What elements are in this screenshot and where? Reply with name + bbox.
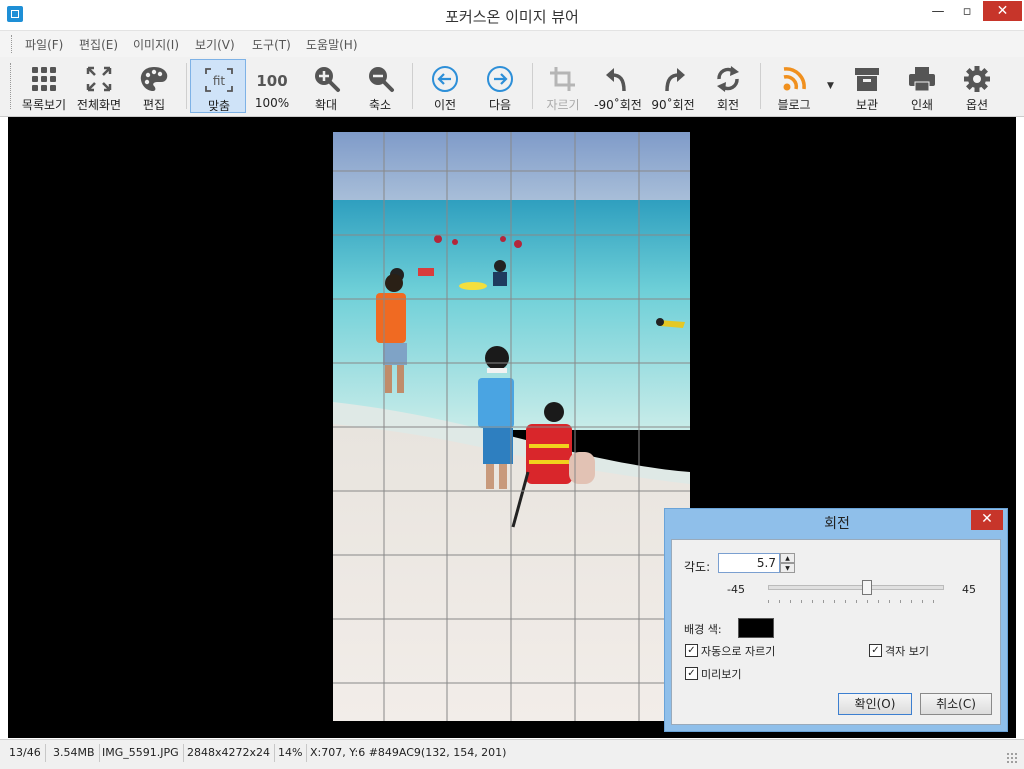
rotate-button[interactable]: 회전 (700, 59, 756, 113)
expand-icon (86, 66, 112, 92)
bg-color-swatch[interactable] (738, 618, 774, 638)
status-bar: 13/46 3.54MB IMG_5591.JPG 2848x4272x24 1… (0, 739, 1024, 769)
list-view-button[interactable]: 목록보기 (16, 59, 72, 113)
menu-view[interactable]: 보기(V) (195, 36, 235, 53)
options-label: 옵션 (965, 98, 989, 112)
resize-grip[interactable] (1006, 752, 1018, 764)
previous-button[interactable]: 이전 (417, 59, 473, 113)
maximize-button[interactable]: ▫ (953, 2, 981, 22)
rotate-dialog: 회전 ✕ 각도: 5.7 ▲ ▼ -45 45 배경 색: ✓ 자동으로 자르기… (664, 508, 1008, 732)
zoom-out-label: 축소 (368, 98, 392, 112)
status-pixel-info: X:707, Y:6 #849AC9(132, 154, 201) (310, 746, 507, 759)
options-button[interactable]: 옵션 (949, 59, 1005, 113)
printer-icon (909, 67, 935, 92)
preview-checkbox[interactable]: ✓ (685, 667, 698, 680)
menu-bar: 파일(F) 편집(E) 이미지(I) 보기(V) 도구(T) 도움말(H) (0, 31, 1024, 58)
print-button[interactable]: 인쇄 (894, 59, 950, 113)
angle-label: 각도: (684, 560, 711, 574)
angle-up-icon[interactable]: ▲ (780, 553, 795, 563)
angle-down-icon[interactable]: ▼ (780, 563, 795, 573)
rss-icon (783, 67, 806, 91)
grid-icon (32, 67, 56, 91)
toolbar: 목록보기 전체화면 편집 fit 맞춤 100 100% 확대 축소 이전 다음… (0, 57, 1024, 117)
menu-image[interactable]: 이미지(I) (133, 36, 179, 53)
blog-button[interactable]: 블로그 (766, 59, 822, 113)
angle-slider-track[interactable] (768, 585, 944, 590)
archive-icon (855, 68, 879, 91)
grid-overlay (333, 132, 690, 721)
angle-input[interactable]: 5.7 (718, 553, 780, 573)
archive-button[interactable]: 보관 (839, 59, 895, 113)
crop-icon (550, 67, 575, 91)
title-bar: 포커스온 이미지 뷰어 — ▫ ✕ (0, 0, 1024, 31)
show-grid-label: 격자 보기 (885, 645, 929, 658)
auto-crop-checkbox[interactable]: ✓ (685, 644, 698, 657)
angle-value: 5.7 (756, 556, 776, 570)
crop-button[interactable]: 자르기 (535, 59, 591, 113)
dialog-close-button[interactable]: ✕ (971, 510, 1003, 530)
menu-edit[interactable]: 편집(E) (79, 36, 118, 53)
close-button[interactable]: ✕ (983, 1, 1022, 21)
fit-icon-text: fit (213, 74, 226, 88)
edit-button[interactable]: 편집 (126, 59, 182, 113)
actual-size-icon: 100 (256, 72, 287, 90)
status-filename: IMG_5591.JPG (98, 744, 184, 762)
ok-button[interactable]: 확인(O) (838, 693, 912, 715)
arrow-left-icon (432, 66, 458, 92)
window-title: 포커스온 이미지 뷰어 (445, 8, 579, 26)
menu-tools[interactable]: 도구(T) (252, 36, 291, 53)
fit-icon: fit (205, 68, 233, 92)
arrow-right-icon (487, 66, 513, 92)
cancel-button[interactable]: 취소(C) (920, 693, 992, 715)
rotate-right-button[interactable]: 90˚회전 (645, 59, 701, 113)
blog-dropdown-icon[interactable]: ▼ (827, 81, 837, 91)
next-label: 다음 (488, 98, 512, 112)
minimize-button[interactable]: — (924, 2, 952, 22)
show-grid-checkbox[interactable]: ✓ (869, 644, 882, 657)
blog-label: 블로그 (777, 98, 811, 112)
zoom-out-icon (369, 67, 394, 92)
fullscreen-button[interactable]: 전체화면 (71, 59, 127, 113)
bg-color-label: 배경 색: (684, 623, 722, 636)
zoom-in-icon (315, 67, 340, 92)
slider-max-label: 45 (962, 583, 976, 596)
photo-preview[interactable] (333, 132, 690, 721)
auto-crop-label: 자동으로 자르기 (701, 645, 776, 658)
next-button[interactable]: 다음 (472, 59, 528, 113)
menu-grip (11, 35, 14, 53)
actual-size-icon-text: 100 (256, 72, 287, 90)
angle-slider-thumb[interactable] (862, 580, 873, 595)
status-filesize: 3.54MB (49, 744, 100, 762)
palette-icon (140, 67, 168, 91)
menu-help[interactable]: 도움말(H) (306, 36, 358, 53)
status-index: 13/46 (5, 744, 46, 762)
rotate-right-icon (665, 68, 685, 92)
zoom-out-button[interactable]: 축소 (352, 59, 408, 113)
gear-icon (964, 66, 990, 92)
status-zoom: 14% (274, 744, 308, 762)
rotate-left-icon (606, 68, 626, 92)
dialog-title: 회전 (824, 516, 850, 532)
slider-ticks (768, 600, 942, 603)
menu-file[interactable]: 파일(F) (25, 36, 63, 53)
slider-min-label: -45 (727, 583, 745, 596)
dialog-body: 각도: 5.7 ▲ ▼ -45 45 배경 색: ✓ 자동으로 자르기 ✓ 격자… (671, 539, 1001, 725)
preview-label: 미리보기 (701, 668, 742, 681)
status-dimensions: 2848x4272x24 (183, 744, 276, 762)
rotate-label: 회전 (716, 98, 740, 112)
rotate-left-button[interactable]: -90˚회전 (590, 59, 646, 113)
rotate-icon (717, 66, 739, 92)
edit-label: 편집 (142, 98, 166, 112)
